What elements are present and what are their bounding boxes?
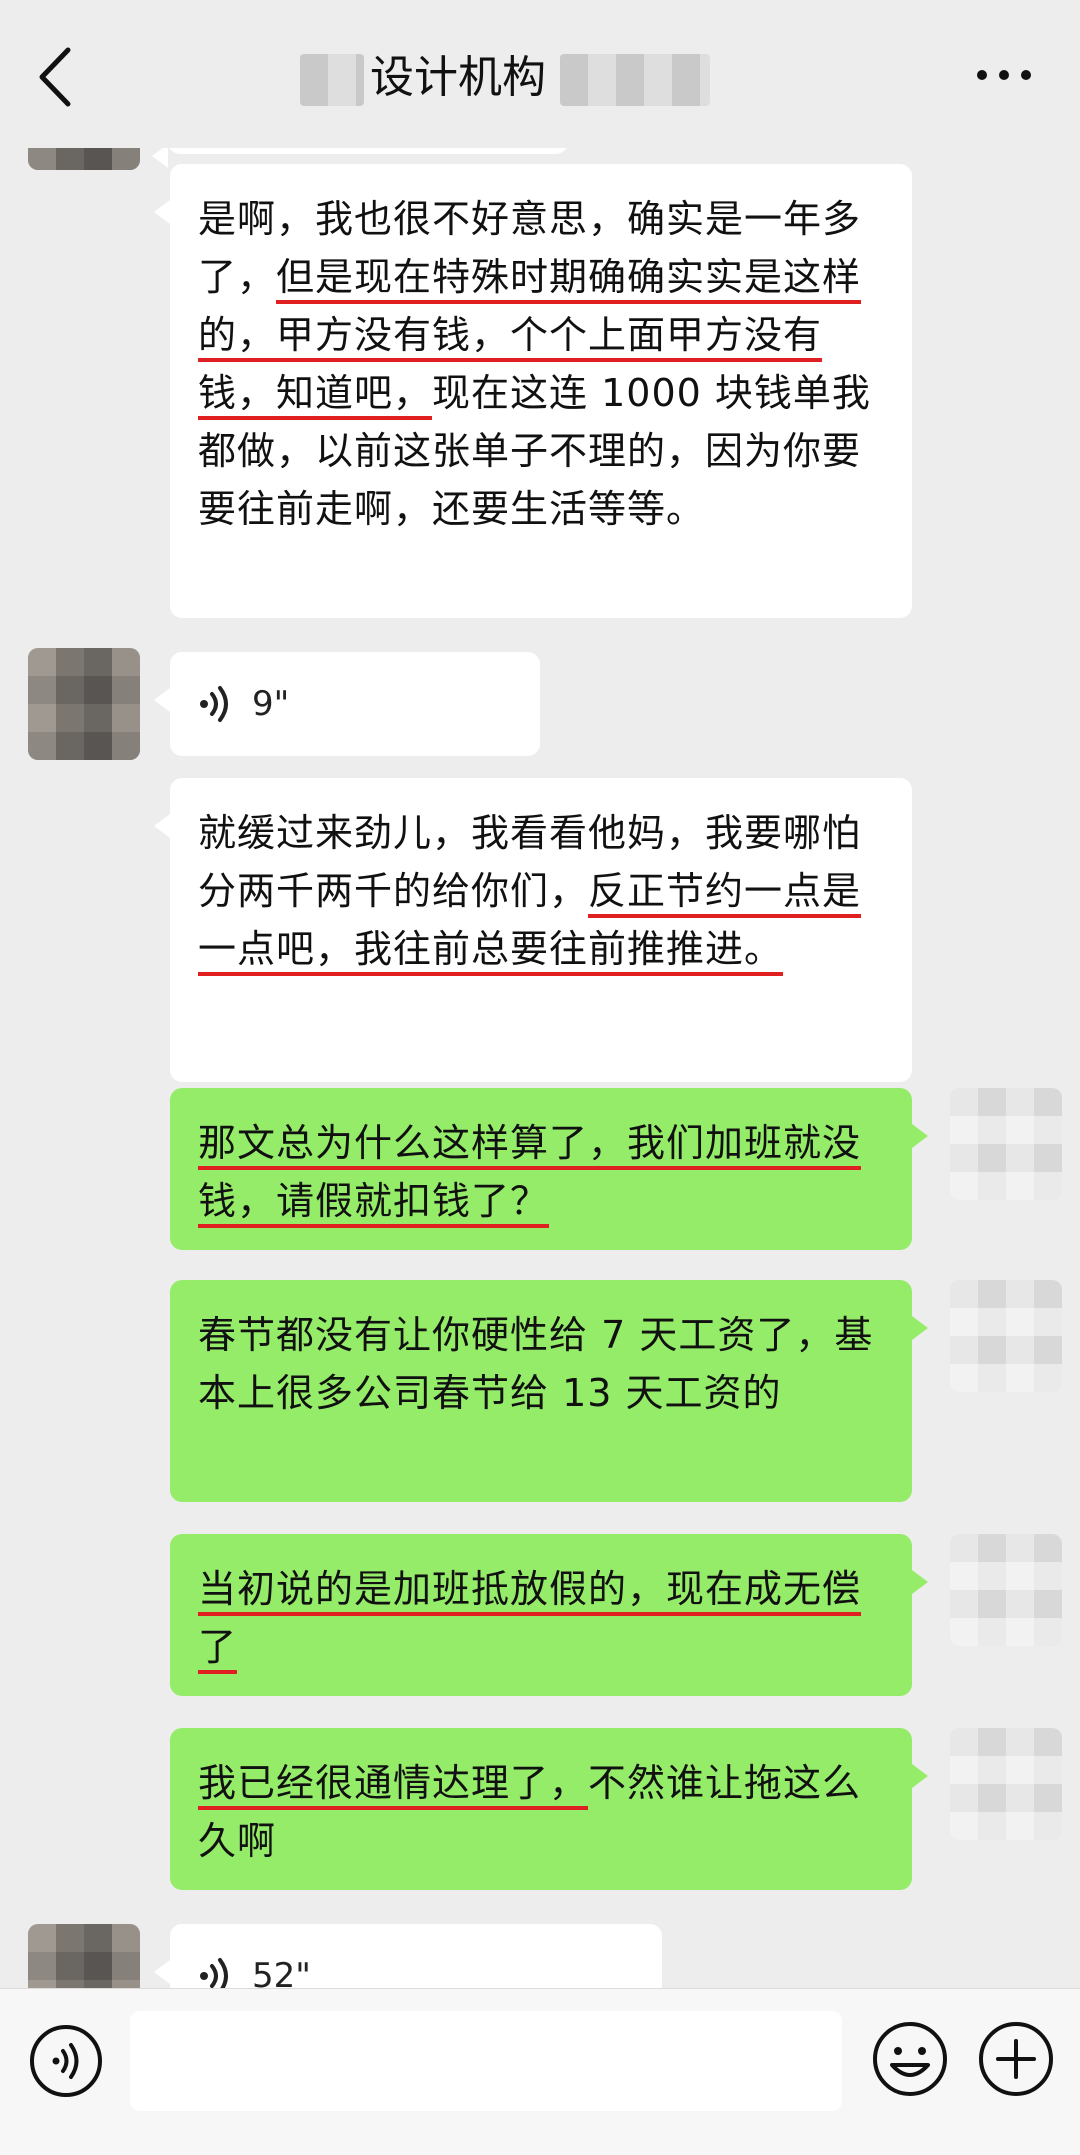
blurred-name-prefix: [300, 54, 364, 106]
back-chevron-icon[interactable]: [30, 42, 80, 112]
message-bubble[interactable]: 我已经很通情达理了，不然谁让拖这么久啊: [170, 1728, 928, 1890]
voice-message[interactable]: 52": [154, 1924, 662, 1988]
input-bar: [0, 1988, 1080, 2155]
message-bubble[interactable]: 春节都没有让你硬性给 7 天工资了，基本上很多公司春节给 13 天工资的: [170, 1280, 928, 1502]
voice-message[interactable]: 9": [154, 652, 540, 756]
avatar[interactable]: [950, 1088, 1062, 1200]
voice-mode-icon[interactable]: [28, 2023, 104, 2099]
voice-duration: 9": [252, 684, 290, 724]
underlined-text: 我已经很通情达理了，: [198, 1761, 589, 1805]
message-bubble[interactable]: 那文总为什么这样算了，我们加班就没钱，请假就扣钱了？: [170, 1088, 928, 1250]
message-text: 春节都没有让你硬性给 7 天工资了，基本上很多公司春节给 13 天工资的: [198, 1313, 874, 1415]
avatar[interactable]: [28, 1924, 140, 1988]
emoji-icon[interactable]: [870, 2019, 950, 2099]
chat-header: 设计机构: [0, 0, 1080, 148]
message-bubble[interactable]: 就缓过来劲儿，我看看他妈，我要哪怕分两千两千的给你们，反正节约一点是一点吧，我往…: [154, 778, 912, 1082]
avatar[interactable]: [950, 1728, 1062, 1840]
chat-title: 设计机构: [300, 48, 710, 108]
underlined-text: 那文总为什么这样算了，我们加班就没钱，请假就扣钱了？: [198, 1121, 862, 1223]
underlined-text: 当初说的是加班抵放假的，现在成无偿了: [198, 1567, 862, 1669]
avatar[interactable]: [950, 1534, 1062, 1646]
message-bubble[interactable]: 是啊，我也很不好意思，确实是一年多了，但是现在特殊时期确确实实是这样的，甲方没有…: [154, 164, 912, 618]
message-input[interactable]: [130, 2011, 842, 2111]
message-bubble-cut: [152, 148, 568, 168]
chat-title-text: 设计机构: [370, 52, 546, 103]
voice-play-icon: [200, 1958, 228, 1988]
blurred-name-suffix: [560, 54, 710, 106]
avatar[interactable]: [950, 1280, 1062, 1392]
message-bubble[interactable]: 当初说的是加班抵放假的，现在成无偿了: [170, 1534, 928, 1696]
avatar[interactable]: [28, 648, 140, 760]
plus-icon[interactable]: [976, 2019, 1056, 2099]
voice-duration: 52": [252, 1956, 311, 1988]
more-dots-icon[interactable]: [974, 60, 1034, 90]
avatar[interactable]: [28, 148, 140, 170]
voice-play-icon: [200, 686, 228, 722]
message-list[interactable]: 是啊，我也很不好意思，确实是一年多了，但是现在特殊时期确确实实是这样的，甲方没有…: [0, 148, 1080, 1988]
